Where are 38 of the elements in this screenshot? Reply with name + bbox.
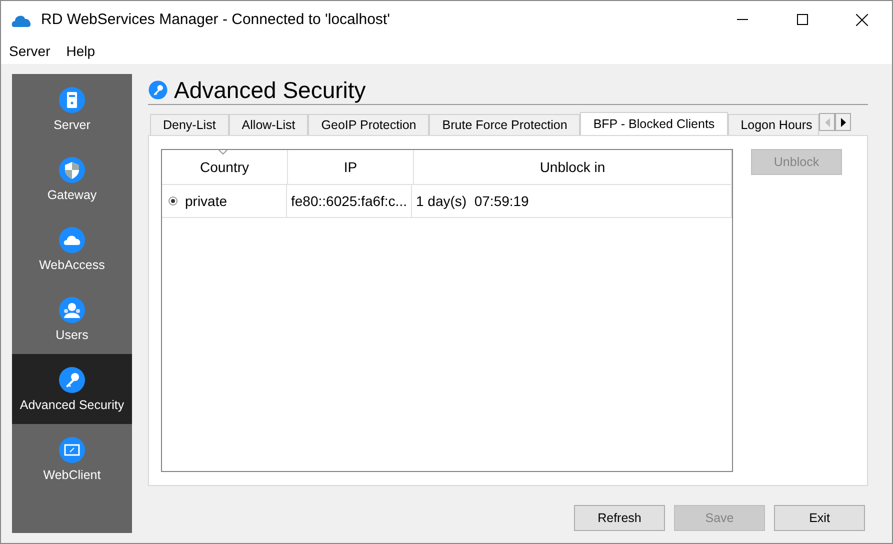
- sidebar-item[interactable]: Users: [12, 284, 132, 354]
- sidebar-item[interactable]: Server: [12, 74, 132, 144]
- page-title: Advanced Security: [174, 76, 366, 104]
- tab[interactable]: Allow-List: [228, 114, 308, 135]
- tab[interactable]: Logon Hours: [728, 114, 820, 135]
- key-icon: [148, 80, 168, 100]
- tab[interactable]: Deny-List: [150, 114, 229, 135]
- cloud-icon: [58, 226, 86, 254]
- sidebar-item[interactable]: Gateway: [12, 144, 132, 214]
- users-icon: [58, 296, 86, 324]
- monitor-icon: [58, 436, 86, 464]
- close-icon[interactable]: [856, 14, 868, 26]
- minimize-icon[interactable]: [736, 18, 748, 20]
- table-cell: 1 day(s) 07:59:19: [416, 193, 529, 209]
- table-cell: fe80::6025:fa6f:c...: [291, 193, 407, 209]
- tab[interactable]: BFP - Blocked Clients: [580, 112, 728, 135]
- window-title: RD WebServices Manager - Connected to 'localhost': [41, 11, 391, 28]
- menu-item[interactable]: Help: [58, 43, 104, 59]
- dialog-button[interactable]: Refresh: [574, 505, 665, 531]
- tab[interactable]: Brute Force Protection: [429, 114, 580, 135]
- column-header[interactable]: Unblock in: [414, 150, 732, 184]
- menu-item[interactable]: Server: [1, 43, 58, 59]
- tab[interactable]: GeoIP Protection: [308, 114, 430, 135]
- server-icon: [58, 86, 86, 114]
- table-cell: private: [185, 193, 228, 209]
- sidebar-item[interactable]: WebAccess: [12, 214, 132, 284]
- column-header[interactable]: Country: [162, 150, 288, 184]
- sort-chevron-icon: [218, 149, 228, 155]
- sidebar-item[interactable]: WebClient: [12, 424, 132, 494]
- sidebar-item[interactable]: Advanced Security: [12, 354, 132, 424]
- scroll-right-button[interactable]: [835, 113, 852, 131]
- left-triangle-icon: [824, 118, 830, 126]
- maximize-icon[interactable]: [796, 14, 808, 25]
- column-header[interactable]: IP: [288, 150, 414, 184]
- key-icon: [58, 366, 86, 394]
- shield-icon: [58, 156, 86, 184]
- right-triangle-icon: [840, 118, 846, 126]
- dialog-button[interactable]: Exit: [774, 505, 865, 531]
